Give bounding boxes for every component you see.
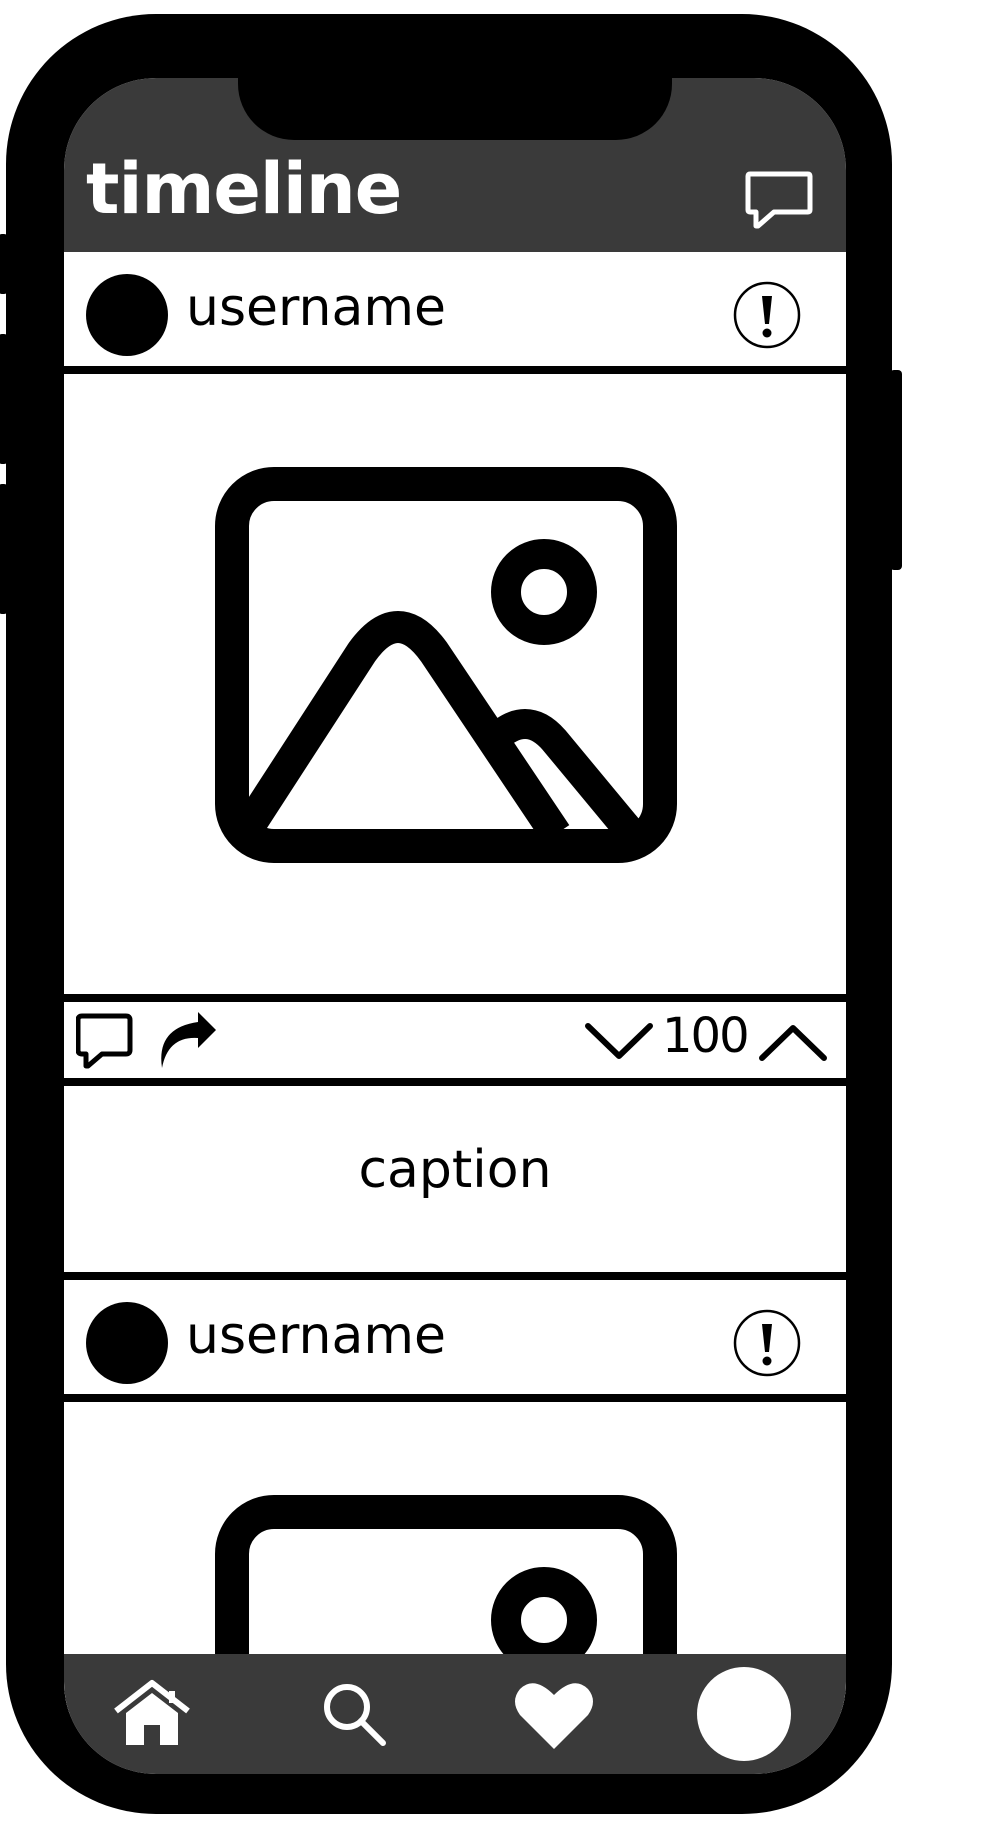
side-button (890, 370, 902, 570)
username-label[interactable]: username (186, 1310, 446, 1362)
vote-count: 100 (662, 1008, 750, 1064)
side-button (0, 234, 8, 294)
phone-frame: timeline username 100 caption username (0, 14, 902, 1814)
nav-likes[interactable] (504, 1664, 604, 1764)
nav-home[interactable] (102, 1664, 202, 1764)
search-icon (324, 1684, 386, 1746)
side-button (0, 334, 8, 464)
caption-text: caption (358, 1140, 552, 1200)
timeline-feed[interactable]: username 100 caption username (64, 252, 846, 1714)
notch (238, 78, 672, 140)
nav-profile[interactable] (694, 1664, 794, 1764)
avatar[interactable] (86, 1302, 168, 1384)
chevron-up-icon[interactable] (758, 1022, 828, 1062)
post-caption: caption (64, 1086, 846, 1280)
top-bar: timeline (64, 78, 846, 252)
exclamation-icon[interactable] (732, 1308, 802, 1378)
side-button (0, 484, 8, 614)
home-icon (114, 1680, 190, 1745)
nav-search[interactable] (304, 1664, 404, 1764)
username-label[interactable]: username (186, 282, 446, 334)
bottom-nav (64, 1654, 846, 1774)
page-title: timeline (86, 148, 402, 230)
comment-icon[interactable] (76, 1012, 136, 1072)
share-icon[interactable] (150, 1008, 220, 1072)
profile-avatar-icon (697, 1667, 791, 1761)
exclamation-icon[interactable] (732, 280, 802, 350)
image-placeholder-icon (215, 467, 677, 863)
post-actions: 100 (64, 1002, 846, 1086)
post-header: username (64, 252, 846, 374)
post-image[interactable] (64, 374, 846, 1002)
heart-icon (515, 1683, 593, 1749)
chevron-down-icon[interactable] (584, 1022, 654, 1062)
phone-screen: timeline username 100 caption username (64, 78, 846, 1774)
post-header: username (64, 1280, 846, 1402)
avatar[interactable] (86, 274, 168, 356)
chat-bubble-icon[interactable] (744, 170, 814, 234)
